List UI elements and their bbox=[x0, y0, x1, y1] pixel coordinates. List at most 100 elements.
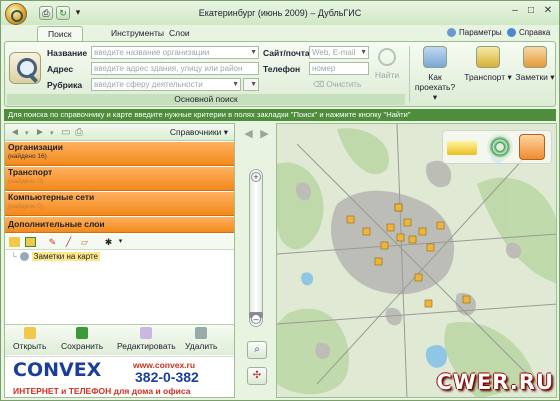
main-search-group: Название введите название организации ▼ А… bbox=[7, 44, 405, 105]
route-button[interactable]: Как проехать? ▾ bbox=[413, 45, 457, 103]
section-count: (найдено 0) bbox=[8, 178, 44, 185]
shape-icon[interactable]: ▱ bbox=[79, 237, 90, 247]
search-group-label: Основной поиск bbox=[7, 94, 405, 105]
section-computer-networks[interactable]: Компьютерные сети (найдено 0) bbox=[5, 192, 234, 216]
rubric-label: Рубрика bbox=[47, 80, 83, 90]
map-back-icon[interactable]: ◀ bbox=[241, 127, 256, 142]
pin-icon[interactable]: ✎ bbox=[47, 237, 58, 247]
forward-arrow-icon[interactable]: ► bbox=[35, 127, 45, 138]
select-area-icon[interactable] bbox=[519, 134, 545, 160]
radar-icon[interactable] bbox=[487, 134, 513, 160]
edit-button[interactable]: Редактировать bbox=[117, 327, 176, 351]
transport-label: Транспорт bbox=[464, 72, 506, 82]
tree-item-map-notes[interactable]: └ Заметки на карте bbox=[11, 252, 101, 261]
site-label: Сайт/почта bbox=[263, 48, 310, 58]
print-icon[interactable]: ⎙ bbox=[75, 127, 83, 138]
find-button[interactable]: Найти bbox=[373, 48, 401, 88]
site-watermark: CWER.RU bbox=[436, 370, 554, 394]
delete-button[interactable]: Удалить bbox=[185, 327, 217, 351]
zoom-slider[interactable]: + – bbox=[249, 169, 263, 327]
zoom-in-icon[interactable]: + bbox=[251, 172, 261, 182]
window-title: Екатеринбург (июнь 2009) – ДубльГИС bbox=[198, 8, 362, 18]
tab-search[interactable]: Поиск bbox=[37, 26, 83, 41]
map-mode-tools bbox=[442, 130, 552, 164]
params-link[interactable]: Параметры bbox=[447, 28, 502, 37]
chevron-down-icon: ▾ bbox=[547, 72, 555, 82]
zoom-out-icon[interactable]: – bbox=[251, 314, 261, 324]
app-window: ⎙ ↻ ▾ Екатеринбург (июнь 2009) – ДубльГИ… bbox=[0, 0, 560, 401]
rubric-picker-button[interactable]: ▼ bbox=[243, 78, 259, 91]
title-bar: ⎙ ↻ ▾ Екатеринбург (июнь 2009) – ДубльГИ… bbox=[1, 1, 559, 25]
map-forward-icon[interactable]: ▶ bbox=[257, 127, 272, 142]
section-organizations[interactable]: Организации (найдено 16) bbox=[5, 142, 234, 166]
section-transport[interactable]: Транспорт (найдено 0) bbox=[5, 167, 234, 191]
map-canvas bbox=[277, 124, 556, 397]
left-panel: ◄ ▾ ► ▾ ▭ ⎙ Справочники ▾ Организации (н… bbox=[4, 123, 235, 398]
name-field[interactable]: введите название организации ▼ bbox=[91, 46, 259, 59]
ribbon-tabs: Поиск Инструменты Слои Параметры Справка bbox=[1, 25, 559, 41]
ruler-icon[interactable] bbox=[447, 141, 477, 155]
address-field[interactable]: введите адрес здания, улицу или район bbox=[91, 62, 259, 75]
site-placeholder: Web, E-mail bbox=[312, 48, 356, 57]
fit-map-icon[interactable]: ✣ bbox=[247, 367, 267, 385]
new-folder-icon[interactable] bbox=[25, 237, 36, 247]
chevron-down-icon[interactable]: ▼ bbox=[360, 47, 367, 58]
window-icon[interactable]: ▭ bbox=[61, 127, 70, 138]
folder-icon[interactable] bbox=[9, 237, 20, 247]
edit-icon bbox=[140, 327, 153, 339]
section-additional-layers[interactable]: Дополнительные слои bbox=[5, 217, 234, 233]
save-button[interactable]: Сохранить bbox=[61, 327, 103, 351]
chevron-down-icon[interactable]: ▾ bbox=[115, 237, 126, 247]
line-icon[interactable]: ╱ bbox=[63, 237, 74, 247]
find-label: Найти bbox=[374, 70, 400, 80]
name-placeholder: введите название организации bbox=[94, 48, 210, 57]
magnifier-icon bbox=[9, 52, 41, 84]
help-link[interactable]: Справка bbox=[507, 28, 550, 37]
city-map[interactable]: CWER.RU bbox=[276, 123, 557, 398]
open-button[interactable]: Открыть bbox=[13, 327, 46, 351]
ribbon-separator bbox=[409, 46, 410, 102]
map-toolbar: ◀ ▶ + – ⌕ ✣ bbox=[239, 123, 274, 398]
left-nav-bar: ◄ ▾ ► ▾ ▭ ⎙ Справочники ▾ bbox=[5, 124, 234, 141]
magnifier-map-icon[interactable]: ⌕ bbox=[247, 341, 267, 359]
layer-actions-bar: Открыть Сохранить Редактировать Удалить bbox=[5, 324, 234, 355]
binoculars-icon bbox=[378, 48, 396, 66]
chevron-down-icon[interactable]: ▼ bbox=[232, 79, 239, 90]
chevron-down-icon[interactable]: ▼ bbox=[250, 47, 257, 58]
transport-button[interactable]: Транспорт ▾ bbox=[463, 45, 513, 103]
banner-brand: CONVEX bbox=[13, 359, 102, 381]
chevron-down-icon: ▼ bbox=[250, 81, 257, 88]
directories-label: Справочники bbox=[169, 127, 222, 137]
star-icon[interactable]: ✱ bbox=[103, 237, 114, 247]
chevron-down-icon[interactable]: ▾ bbox=[25, 129, 29, 137]
ad-banner[interactable]: CONVEX www.convex.ru 382-0-382 ИНТЕРНЕТ … bbox=[5, 356, 234, 397]
help-label: Справка bbox=[519, 28, 551, 37]
trash-icon bbox=[195, 327, 208, 339]
back-arrow-icon[interactable]: ◄ bbox=[10, 127, 20, 138]
tab-layers[interactable]: Слои bbox=[159, 26, 200, 41]
phone-field[interactable]: номер bbox=[309, 62, 369, 75]
chevron-down-icon[interactable]: ▾ bbox=[50, 129, 54, 137]
banner-tagline: ИНТЕРНЕТ и ТЕЛЕФОН для дома и офиса bbox=[13, 386, 191, 396]
bus-icon bbox=[476, 46, 500, 68]
save-label: Сохранить bbox=[61, 341, 104, 351]
clear-label: Очистить bbox=[326, 80, 362, 89]
edit-label: Редактировать bbox=[117, 341, 176, 351]
address-placeholder: введите адрес здания, улицу или район bbox=[94, 64, 243, 73]
directories-dropdown[interactable]: Справочники ▾ bbox=[170, 127, 228, 138]
address-label: Адрес bbox=[47, 64, 74, 74]
section-title: Организации bbox=[8, 142, 63, 152]
maximize-button[interactable]: □ bbox=[525, 5, 537, 17]
save-icon bbox=[76, 327, 89, 339]
site-field[interactable]: Web, E-mail ▼ bbox=[309, 46, 369, 59]
clear-button[interactable]: ⌫ Очистить bbox=[313, 80, 361, 89]
rubric-placeholder: введите сферу деятельности bbox=[94, 80, 203, 89]
rubric-field[interactable]: введите сферу деятельности ▼ bbox=[91, 78, 241, 91]
gear-icon bbox=[447, 28, 456, 37]
notes-button[interactable]: Заметки ▾ bbox=[515, 45, 555, 103]
section-title: Компьютерные сети bbox=[8, 192, 95, 202]
close-button[interactable]: ✕ bbox=[542, 5, 554, 17]
section-title: Дополнительные слои bbox=[8, 219, 105, 229]
notes-icon bbox=[523, 46, 547, 68]
minimize-button[interactable]: – bbox=[509, 5, 521, 17]
